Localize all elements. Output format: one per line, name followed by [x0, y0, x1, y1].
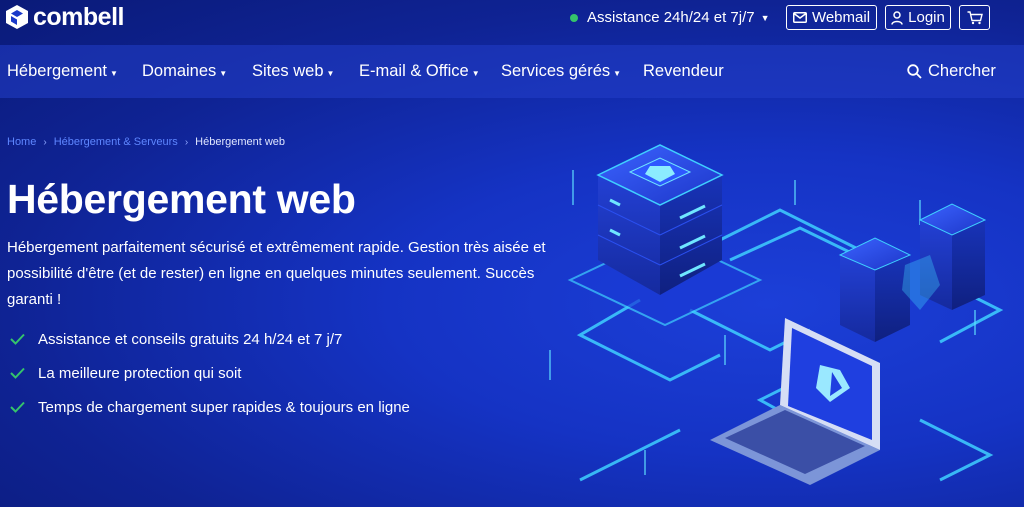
nav-item-label: Revendeur [643, 62, 724, 80]
brand-name: combell [33, 3, 124, 31]
feature-list: Assistance et conseils gratuits 24 h/24 … [10, 322, 410, 424]
nav-item-revendeur[interactable]: Revendeur [643, 62, 724, 81]
nav-item-label: Domaines [142, 62, 217, 80]
webmail-button[interactable]: Webmail [786, 5, 877, 30]
top-bar: combell Assistance 24h/24 et 7j/7 ▼ Webm… [0, 0, 1024, 36]
check-icon [10, 333, 25, 345]
nav-item-hebergement[interactable]: Hébergement ▼ [7, 62, 118, 81]
user-icon [891, 10, 903, 25]
caret-down-icon: ▼ [109, 68, 118, 78]
nav-item-label: Services gérés [501, 62, 611, 80]
login-button[interactable]: Login [885, 5, 951, 30]
caret-down-icon: ▼ [613, 68, 622, 78]
nav-item-label: Sites web [252, 62, 324, 80]
caret-down-icon: ▼ [471, 68, 480, 78]
main-nav: Hébergement ▼ Domaines ▼ Sites web ▼ E-mail… [0, 45, 1024, 98]
feature-text: Assistance et conseils gratuits 24 h/24 … [38, 330, 343, 348]
laptop [710, 318, 880, 485]
breadcrumb-current: Hébergement web [195, 136, 286, 148]
feature-item: La meilleure protection qui soit [10, 356, 410, 390]
login-label: Login [908, 9, 945, 26]
breadcrumb-separator-icon: › [43, 136, 47, 148]
feature-item: Temps de chargement super rapides & touj… [10, 390, 410, 424]
page-title: Hébergement web [7, 176, 356, 222]
webmail-label: Webmail [811, 9, 871, 26]
nav-item-label: Hébergement [7, 62, 107, 80]
cart-button[interactable] [959, 5, 990, 30]
cart-icon [967, 10, 983, 24]
feature-text: La meilleure protection qui soit [38, 364, 242, 382]
hosting-illustration [549, 144, 1004, 485]
nav-item-domaines[interactable]: Domaines ▼ [142, 62, 227, 81]
breadcrumb-separator-icon: › [184, 136, 189, 148]
combell-logo[interactable]: combell [6, 4, 124, 30]
combell-logo-icon [6, 5, 28, 29]
caret-down-icon: ▼ [326, 68, 335, 78]
search-label: Chercher [928, 62, 996, 80]
support-label: Assistance 24h/24 et 7j/7 [587, 9, 755, 26]
breadcrumb: Home › Hébergement & Serveurs › Hébergem… [7, 136, 285, 148]
small-servers [838, 203, 987, 342]
envelope-icon [792, 12, 807, 23]
feature-text: Temps de chargement super rapides & touj… [38, 398, 410, 416]
nav-item-label: E-mail & Office [359, 62, 469, 80]
nav-item-email-office[interactable]: E-mail & Office ▼ [359, 62, 480, 81]
online-status-dot [570, 13, 578, 22]
chevron-down-icon: ▼ [760, 12, 770, 23]
breadcrumb-hebergement-serveurs[interactable]: Hébergement & Serveurs [54, 136, 178, 148]
breadcrumb-home[interactable]: Home [7, 136, 36, 148]
caret-down-icon: ▼ [219, 68, 228, 78]
support-dropdown[interactable]: Assistance 24h/24 et 7j/7 ▼ [570, 9, 770, 26]
nav-item-services-geres[interactable]: Services gérés ▼ [501, 62, 621, 81]
search-button[interactable]: Chercher [907, 62, 996, 81]
search-icon [907, 64, 922, 79]
check-icon [10, 401, 25, 413]
hero-description: Hébergement parfaitement sécurisé et ext… [7, 239, 546, 308]
feature-item: Assistance et conseils gratuits 24 h/24 … [10, 322, 410, 356]
nav-item-sites-web[interactable]: Sites web ▼ [252, 62, 334, 81]
check-icon [10, 367, 25, 379]
